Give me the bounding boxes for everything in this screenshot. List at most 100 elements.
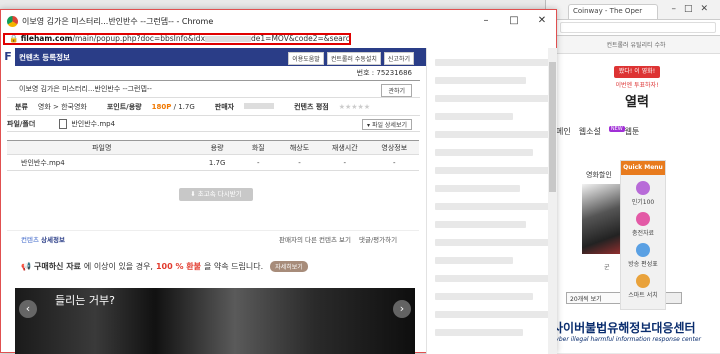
background-tab[interactable]: Coinway - The Oper: [568, 4, 658, 19]
background-nav-menu: 메인 웹소설 NEW 웹툰: [556, 126, 639, 137]
fileham-logo-icon: F: [1, 48, 15, 66]
background-tab-bar: Coinway - The Oper –□✕: [546, 0, 720, 20]
cell-duration: -: [320, 154, 370, 171]
chevron-left-icon[interactable]: ‹: [19, 300, 37, 318]
scrollbar-thumb[interactable]: [549, 62, 556, 192]
redacted-line: [435, 221, 526, 228]
site-brand-logo[interactable]: 열력: [586, 91, 688, 110]
new-badge: NEW: [608, 126, 625, 132]
header-buttons: 이용도움말 컨트롤러 수동설치 신고하기: [288, 52, 414, 65]
popup-url-bar[interactable]: 🔒 fileham.com/main/popup.php?doc=bbsInfo…: [3, 33, 351, 45]
popup-window-title: 이보영 김가은 미스터리...반인반수 --그런뎁-- - Chrome: [22, 16, 214, 26]
close-button[interactable]: ✕: [528, 10, 556, 32]
points-value: 180P: [151, 102, 172, 111]
cell-filename: 반인반수.mp4: [7, 154, 197, 171]
redacted-seller-name: [244, 102, 275, 109]
size-value: / 1.7G: [173, 102, 195, 111]
rating-stars[interactable]: ★★★★★: [339, 103, 370, 111]
poster-section-title: 영화할인: [586, 171, 612, 179]
col-videoinfo: 영상정보: [369, 140, 419, 155]
tab-comments[interactable]: 댓글/평가하기: [359, 234, 397, 244]
cell-size: 1.7G: [196, 154, 238, 171]
chevron-right-icon[interactable]: ›: [393, 300, 411, 318]
cell-resolution: -: [278, 154, 321, 171]
background-url-field[interactable]: [559, 22, 716, 33]
content-info-row: 분류 영화 > 한국영화 포인트/용량 180P / 1.7G 판매자 컨텐츠 …: [7, 98, 420, 116]
redacted-line: [435, 275, 549, 282]
heart-icon: [636, 212, 650, 226]
search-icon: [636, 274, 650, 288]
poster-caption: 군: [604, 264, 610, 271]
background-promo[interactable]: 봤다! 이 영화! 이번엔 투표하자! 열력: [586, 62, 688, 122]
redacted-line: [435, 77, 526, 84]
file-detail-dropdown[interactable]: ▾ 파일 상세보기: [362, 119, 412, 130]
file-folder-row: 파일/폴더 반인반수.mp4 ▾ 파일 상세보기: [7, 116, 420, 132]
seller-label: 판매자: [214, 102, 235, 111]
nav-item-webtoon[interactable]: NEW 웹툰: [608, 126, 639, 137]
redacted-line: [435, 185, 520, 192]
redacted-line: [435, 95, 549, 102]
redacted-line: [435, 293, 533, 300]
content-title: 이보영 김가은 미스터리...반인반수 --그런뎁--: [19, 85, 152, 93]
file-table: 파일명 용량 화질 해상도 재생시간 영상정보 반인반수.mp4 1.7G - …: [7, 140, 419, 171]
quick-menu-item-search[interactable]: 스마트 서치: [621, 274, 665, 299]
quick-menu-item-top100[interactable]: 인기100: [621, 181, 665, 206]
cell-videoinfo: -: [369, 154, 419, 171]
quick-menu-item-charge[interactable]: 충전자료: [621, 212, 665, 237]
col-duration: 재생시간: [320, 140, 370, 155]
minimize-button[interactable]: –: [472, 10, 500, 32]
points-label: 포인트/용량: [106, 102, 142, 111]
popup-window: 이보영 김가은 미스터리...반인반수 --그런뎁-- - Chrome – □…: [0, 9, 557, 354]
background-window-controls[interactable]: –□✕: [671, 4, 716, 14]
controller-install-button[interactable]: 컨트롤러 수동설치: [326, 52, 381, 65]
redacted-line: [435, 113, 513, 120]
lock-icon: 🔒: [9, 34, 19, 43]
blurred-side-panel: [426, 48, 557, 354]
watermark-sub-text: cyber illegal harmful information respon…: [552, 336, 701, 343]
popup-title-bar[interactable]: 이보영 김가은 미스터리...반인반수 --그런뎁-- - Chrome – □…: [1, 10, 556, 32]
tv-icon: [636, 243, 650, 257]
background-caption: 컨트롤러 유틸리티 수하: [606, 42, 666, 49]
content-id: 번호 : 75231686: [356, 69, 412, 77]
redacted-line: [435, 203, 549, 210]
redacted-line: [435, 149, 533, 156]
help-button[interactable]: 이용도움말: [288, 52, 324, 65]
redacted-line: [435, 257, 513, 264]
col-resolution: 해상도: [278, 140, 321, 155]
related-button[interactable]: 관하기: [381, 84, 412, 97]
tab-seller-other[interactable]: 판매자의 다른 컨텐츠 보기: [279, 234, 351, 244]
tab-content-detail[interactable]: 컨텐츠 상세정보: [21, 234, 65, 244]
more-details-button[interactable]: 자세히보기: [270, 261, 308, 272]
nav-item-main[interactable]: 메인: [556, 126, 571, 137]
category-label: 분류: [15, 102, 28, 111]
vertical-scrollbar[interactable]: [548, 48, 557, 354]
popup-window-controls: – □ ✕: [472, 10, 556, 32]
background-address-bar[interactable]: ←: [546, 20, 720, 36]
redacted-line: [435, 131, 549, 138]
rating-label: 컨텐츠 평점: [294, 102, 329, 111]
redacted-line: [435, 239, 549, 246]
chrome-icon: [7, 15, 18, 27]
nav-item-webnovel[interactable]: 웹소설: [579, 126, 601, 137]
section-links: 컨텐츠 상세정보 판매자의 다른 컨텐츠 보기 댓글/평가하기: [7, 230, 419, 244]
file-folder-label: 파일/폴더: [7, 119, 36, 128]
video-caption: 들리는 거부?: [55, 294, 115, 307]
promo-badge[interactable]: 봤다! 이 영화!: [614, 66, 660, 78]
category-value: 영화 > 한국영화: [37, 102, 87, 111]
redacted-url-segment: [205, 36, 252, 42]
page-size-go-button[interactable]: [664, 292, 682, 304]
megaphone-icon: 📢: [21, 262, 31, 271]
quick-menu: Quick Menu 인기100 충전자료 방송 편성표 스마트 서치: [620, 160, 666, 310]
col-quality: 화질: [237, 140, 279, 155]
maximize-button[interactable]: □: [500, 10, 528, 32]
background-site-header: 컨트롤러 유틸리티 수하: [546, 36, 720, 54]
content-info-panel: F 컨텐츠 등록정보 이용도움말 컨트롤러 수동설치 신고하기 번호 : 752…: [1, 48, 426, 354]
preview-video-slider[interactable]: 들리는 거부? ‹ ›: [15, 288, 415, 354]
quick-menu-item-schedule[interactable]: 방송 편성표: [621, 243, 665, 268]
col-size: 용량: [196, 140, 238, 155]
redownload-button[interactable]: ⬇ 초고속 다시받기: [179, 188, 253, 201]
content-header: F 컨텐츠 등록정보 이용도움말 컨트롤러 수동설치 신고하기: [1, 48, 426, 66]
table-row[interactable]: 반인반수.mp4 1.7G - - - -: [7, 154, 419, 171]
report-button[interactable]: 신고하기: [383, 52, 414, 65]
watermark-main-text: 사이버불법유해정보대응센터: [552, 321, 696, 335]
